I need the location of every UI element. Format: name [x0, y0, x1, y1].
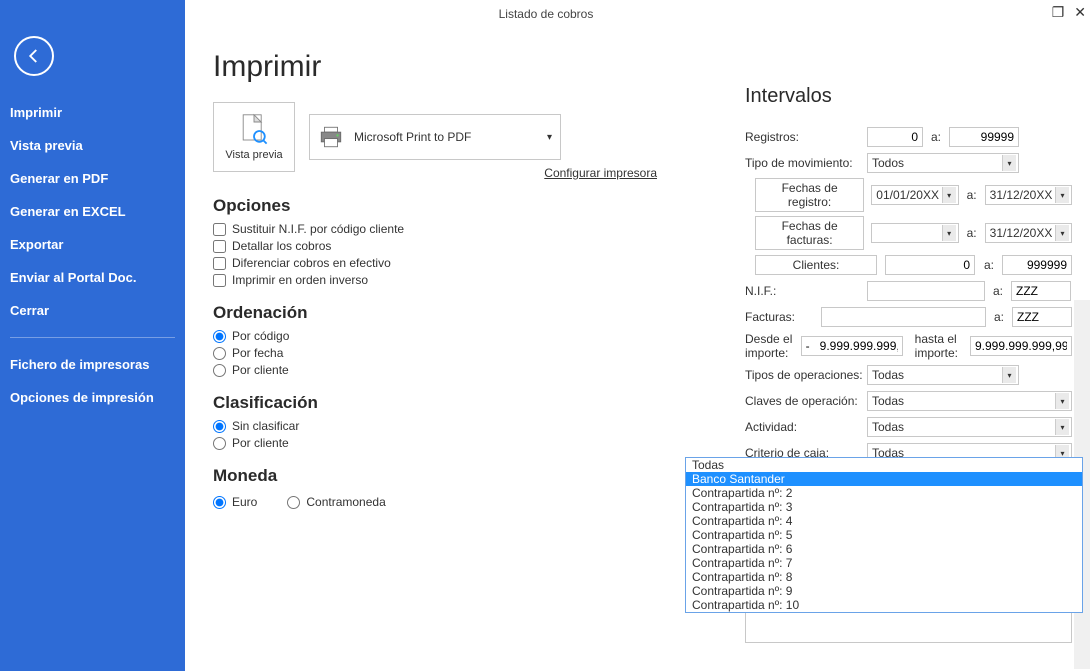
fecha-reg-from-dropdown[interactable]: 01/01/20XX▾: [871, 185, 958, 205]
printer-icon: [318, 124, 344, 150]
dropdown-item[interactable]: Contrapartida nº: 4: [686, 514, 1082, 528]
fecha-fac-from-dropdown[interactable]: ▾: [871, 223, 958, 243]
sidebar-item-generar-excel[interactable]: Generar en EXCEL: [0, 195, 185, 228]
clientes-button[interactable]: Clientes:: [755, 255, 877, 275]
page-title: Imprimir: [213, 50, 1072, 84]
mon-contramoneda[interactable]: Contramoneda: [287, 495, 385, 509]
clientes-to-input[interactable]: [1002, 255, 1072, 275]
dropdown-item[interactable]: Contrapartida nº: 2: [686, 486, 1082, 500]
actividad-dropdown[interactable]: Todas▾: [867, 417, 1072, 437]
sidebar-separator: [10, 337, 175, 338]
fecha-fac-to-dropdown[interactable]: 31/12/20XX▾: [985, 223, 1072, 243]
sidebar-item-imprimir[interactable]: Imprimir: [0, 96, 185, 129]
registros-from-input[interactable]: [867, 127, 923, 147]
tipo-movimiento-label: Tipo de movimiento:: [745, 156, 867, 170]
tipos-operaciones-dropdown[interactable]: Todas▾: [867, 365, 1019, 385]
chevron-down-icon: ▾: [1002, 367, 1016, 383]
actividad-label: Actividad:: [745, 420, 867, 434]
chevron-down-icon: ▾: [942, 225, 956, 241]
sidebar-item-exportar[interactable]: Exportar: [0, 228, 185, 261]
sidebar-item-generar-pdf[interactable]: Generar en PDF: [0, 162, 185, 195]
facturas-to-input[interactable]: [1012, 307, 1072, 327]
dropdown-item[interactable]: Banco Santander: [686, 472, 1082, 486]
sidebar-item-fichero-impresoras[interactable]: Fichero de impresoras: [0, 348, 185, 381]
tipos-operaciones-label: Tipos de operaciones:: [745, 368, 867, 382]
facturas-label: Facturas:: [745, 310, 821, 324]
sidebar-item-vista-previa[interactable]: Vista previa: [0, 129, 185, 162]
fecha-reg-to-dropdown[interactable]: 31/12/20XX▾: [985, 185, 1072, 205]
fechas-registro-button[interactable]: Fechas de registro:: [755, 178, 864, 212]
chevron-down-icon: ▾: [942, 187, 956, 203]
tipo-movimiento-dropdown[interactable]: Todos▾: [867, 153, 1019, 173]
document-preview-icon: [239, 113, 269, 149]
chevron-down-icon: ▾: [1055, 187, 1069, 203]
chevron-down-icon: ▾: [1002, 155, 1016, 171]
registros-to-input[interactable]: [949, 127, 1019, 147]
dropdown-item[interactable]: Todas: [686, 458, 1082, 472]
chevron-down-icon: ▾: [1055, 393, 1069, 409]
clientes-from-input[interactable]: [885, 255, 975, 275]
back-button[interactable]: [14, 36, 54, 76]
nif-from-input[interactable]: [867, 281, 985, 301]
fechas-facturas-button[interactable]: Fechas de facturas:: [755, 216, 864, 250]
chevron-down-icon: ▾: [547, 132, 552, 143]
desde-importe-input[interactable]: [801, 336, 903, 356]
facturas-from-input[interactable]: [821, 307, 986, 327]
registros-label: Registros:: [745, 130, 867, 144]
mon-euro[interactable]: Euro: [213, 495, 257, 509]
dropdown-item[interactable]: Contrapartida nº: 6: [686, 542, 1082, 556]
contrapartida-dropdown-list[interactable]: TodasBanco SantanderContrapartida nº: 2C…: [685, 457, 1083, 613]
dropdown-item[interactable]: Contrapartida nº: 7: [686, 556, 1082, 570]
sidebar: Imprimir Vista previa Generar en PDF Gen…: [0, 0, 185, 671]
dropdown-item[interactable]: Contrapartida nº: 10: [686, 598, 1082, 612]
dropdown-item[interactable]: Contrapartida nº: 3: [686, 500, 1082, 514]
desde-importe-label: Desde el importe:: [745, 332, 801, 360]
hasta-importe-input[interactable]: [970, 336, 1072, 356]
chevron-down-icon: ▾: [1055, 419, 1069, 435]
printer-name: Microsoft Print to PDF: [354, 130, 471, 144]
preview-label: Vista previa: [225, 149, 282, 161]
nif-label: N.I.F.:: [745, 284, 867, 298]
dropdown-item[interactable]: Contrapartida nº: 5: [686, 528, 1082, 542]
sidebar-item-enviar-portal[interactable]: Enviar al Portal Doc.: [0, 261, 185, 294]
hasta-importe-label: hasta el importe:: [915, 332, 958, 360]
dropdown-item[interactable]: Contrapartida nº: 9: [686, 584, 1082, 598]
claves-operacion-label: Claves de operación:: [745, 394, 867, 408]
intervalos-heading: Intervalos: [745, 85, 1072, 108]
chevron-down-icon: ▾: [1055, 225, 1069, 241]
dropdown-item[interactable]: Contrapartida nº: 8: [686, 570, 1082, 584]
vista-previa-button[interactable]: Vista previa: [213, 102, 295, 172]
arrow-left-icon: [25, 47, 43, 65]
claves-operacion-dropdown[interactable]: Todas▾: [867, 391, 1072, 411]
sidebar-item-cerrar[interactable]: Cerrar: [0, 294, 185, 327]
nif-to-input[interactable]: [1011, 281, 1071, 301]
printer-dropdown[interactable]: Microsoft Print to PDF ▾: [309, 114, 561, 160]
sidebar-item-opciones-impresion[interactable]: Opciones de impresión: [0, 381, 185, 414]
configurar-impresora-link[interactable]: Configurar impresora: [309, 166, 657, 180]
